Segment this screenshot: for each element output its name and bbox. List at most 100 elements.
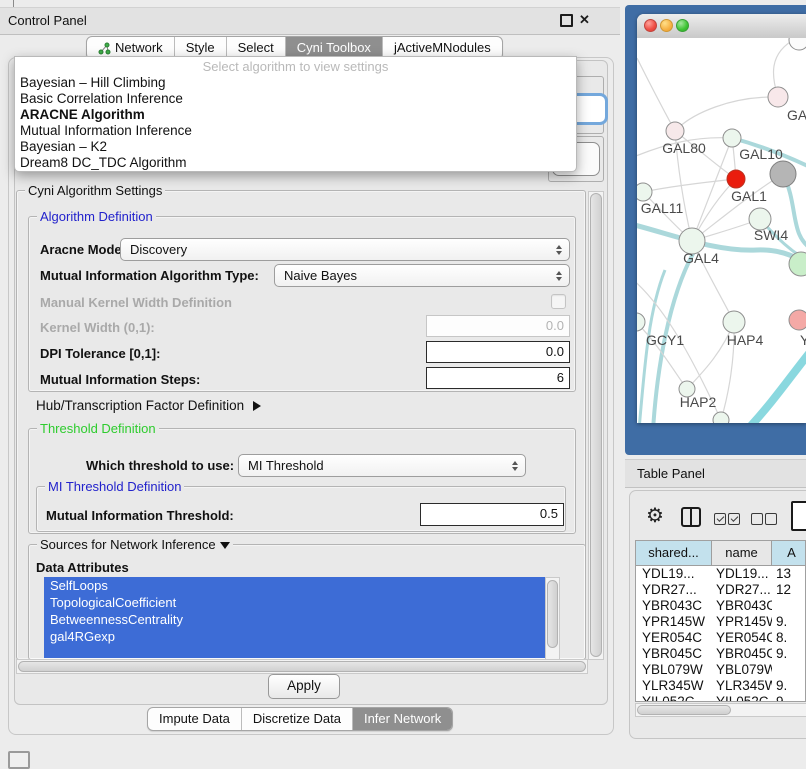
mi-steps-field[interactable]: 6 [426, 367, 570, 389]
network-edge[interactable] [637, 58, 675, 131]
aracne-mode-value: Discovery [130, 242, 187, 257]
network-node[interactable] [727, 170, 745, 188]
algorithm-option-aracne-algorithm[interactable]: ARACNE Algorithm [15, 107, 576, 123]
manual-kernel-label: Manual Kernel Width Definition [40, 295, 232, 310]
tab-infer-network[interactable]: Infer Network [352, 708, 452, 730]
network-node-label: HAP4 [727, 332, 764, 348]
table-row[interactable]: YDL19...YDL19...13 [636, 566, 805, 582]
algorithm-option-mutual-information-inference[interactable]: Mutual Information Inference [15, 123, 576, 139]
algorithm-dropdown-prompt: Select algorithm to view settings [15, 59, 576, 75]
network-node-hap4[interactable] [723, 311, 745, 333]
network-node[interactable] [713, 412, 729, 423]
table-row[interactable]: YBR043CYBR043C [636, 598, 805, 614]
network-node-label: GCY1 [646, 332, 684, 348]
network-node-label: Y [800, 332, 806, 348]
table-row[interactable]: YBR045CYBR045C9. [636, 646, 805, 662]
network-window-titlebar[interactable] [637, 14, 806, 39]
dpi-tolerance-field[interactable]: 0.0 [426, 341, 570, 363]
algorithm-option-basic-correlation-inference[interactable]: Basic Correlation Inference [15, 91, 576, 107]
apply-button[interactable]: Apply [268, 674, 340, 699]
which-threshold-label: Which threshold to use: [86, 458, 234, 473]
table-cell: YPR145W [636, 614, 712, 630]
network-canvas[interactable]: GAL8GAL80GAL10GAL1GAL11SWI4GAL4GCY1HAP4Y… [637, 38, 806, 423]
attribute-item-topologicalcoefficient[interactable]: TopologicalCoefficient [44, 594, 545, 611]
network-node-y[interactable] [789, 310, 806, 330]
mac-zoom-icon[interactable] [676, 19, 689, 32]
tab-label: Discretize Data [253, 708, 341, 730]
network-node[interactable] [770, 161, 796, 187]
expand-down-icon [220, 542, 230, 549]
table-horizontal-scrollbar-thumb[interactable] [637, 705, 731, 715]
hub-definition-expander[interactable]: Hub/Transcription Factor Definition [36, 398, 261, 413]
column-header-shared[interactable]: shared... [636, 541, 712, 565]
network-edge[interactable] [747, 346, 806, 423]
manual-kernel-checkbox[interactable] [551, 294, 566, 309]
mi-type-select[interactable]: Naive Bayes [274, 264, 570, 287]
window-edge-tick [13, 0, 14, 7]
table-row[interactable]: YIL052CYIL052C9. [636, 694, 805, 702]
which-threshold-select[interactable]: MI Threshold [238, 454, 526, 477]
mac-minimize-icon[interactable] [660, 19, 673, 32]
data-attributes-label: Data Attributes [36, 560, 129, 575]
network-edge[interactable] [675, 97, 778, 131]
algorithm-option-dream8-dc-tdc-algorithm[interactable]: Dream8 DC_TDC Algorithm [15, 155, 576, 171]
bottom-corner-icon[interactable] [8, 751, 30, 769]
gear-icon[interactable]: ⚙ [646, 503, 664, 528]
spinner-arrows-icon [556, 271, 562, 281]
attributes-scrollbar-thumb[interactable] [547, 580, 558, 648]
sources-expander[interactable]: Sources for Network Inference [37, 537, 233, 552]
spinner-arrows-icon [512, 461, 518, 471]
table-cell: YLR345W [712, 678, 772, 694]
network-node-gal11[interactable] [637, 183, 652, 201]
column-header-name[interactable]: name [712, 541, 772, 565]
which-threshold-value: MI Threshold [248, 458, 324, 473]
attribute-item-betweennesscentrality[interactable]: BetweennessCentrality [44, 611, 545, 628]
table-cell: 9. [772, 614, 805, 630]
columns-icon[interactable] [681, 507, 701, 527]
aracne-mode-select[interactable]: Discovery [120, 238, 570, 261]
network-node[interactable] [789, 38, 806, 50]
network-node-label: GAL10 [739, 146, 783, 162]
network-node-gal80[interactable] [666, 122, 684, 140]
network-node-gal10[interactable] [723, 129, 741, 147]
attribute-item-partial[interactable] [44, 645, 545, 658]
table-cell: YIL052C [636, 694, 712, 702]
data-attributes-list[interactable]: SelfLoopsTopologicalCoefficientBetweenne… [44, 577, 545, 658]
float-window-icon[interactable] [560, 14, 573, 27]
mi-threshold-field[interactable]: 0.5 [420, 503, 564, 526]
settings-horizontal-scrollbar-thumb[interactable] [18, 661, 586, 672]
checkbox-unchecked-icon[interactable] [751, 513, 763, 525]
table-row[interactable]: YER054CYER054C8. [636, 630, 805, 646]
mac-close-icon[interactable] [644, 19, 657, 32]
column-header-a[interactable]: A [772, 541, 806, 565]
checkbox-unchecked-icon[interactable] [765, 513, 777, 525]
table-cell: YER054C [636, 630, 712, 646]
network-node-gal8[interactable] [768, 87, 788, 107]
algorithm-option-bayesian-hill-climbing[interactable]: Bayesian – Hill Climbing [15, 75, 576, 91]
table-row[interactable]: YPR145WYPR145W9. [636, 614, 805, 630]
network-node-gcy1[interactable] [637, 313, 645, 331]
table-cell: YBR043C [636, 598, 712, 614]
network-node-label: GAL1 [731, 188, 767, 204]
settings-vertical-scrollbar-thumb[interactable] [590, 193, 602, 657]
tab-discretize-data[interactable]: Discretize Data [241, 708, 352, 730]
network-icon [98, 42, 111, 55]
node-table: shared...nameA YDL19...YDL19...13YDR27..… [635, 540, 806, 702]
table-row[interactable]: YBL079WYBL079W [636, 662, 805, 678]
table-cell: YBR043C [712, 598, 772, 614]
table-row[interactable]: YLR345WYLR345W9. [636, 678, 805, 694]
document-icon[interactable] [791, 501, 806, 531]
mi-type-label: Mutual Information Algorithm Type: [40, 268, 259, 283]
checkbox-checked-icon[interactable] [714, 513, 726, 525]
table-cell: 8. [772, 630, 805, 646]
algorithm-option-bayesian-k2[interactable]: Bayesian – K2 [15, 139, 576, 155]
table-row[interactable]: YDR27...YDR27...12 [636, 582, 805, 598]
network-edge[interactable] [643, 179, 736, 192]
kernel-width-field[interactable]: 0.0 [426, 315, 570, 337]
attribute-item-selfloops[interactable]: SelfLoops [44, 577, 545, 594]
checkbox-checked-icon[interactable] [728, 513, 740, 525]
table-cell: YIL052C [712, 694, 772, 702]
close-icon[interactable]: ✕ [579, 12, 590, 28]
tab-impute-data[interactable]: Impute Data [148, 708, 241, 730]
attribute-item-gal4rgexp[interactable]: gal4RGexp [44, 628, 545, 645]
